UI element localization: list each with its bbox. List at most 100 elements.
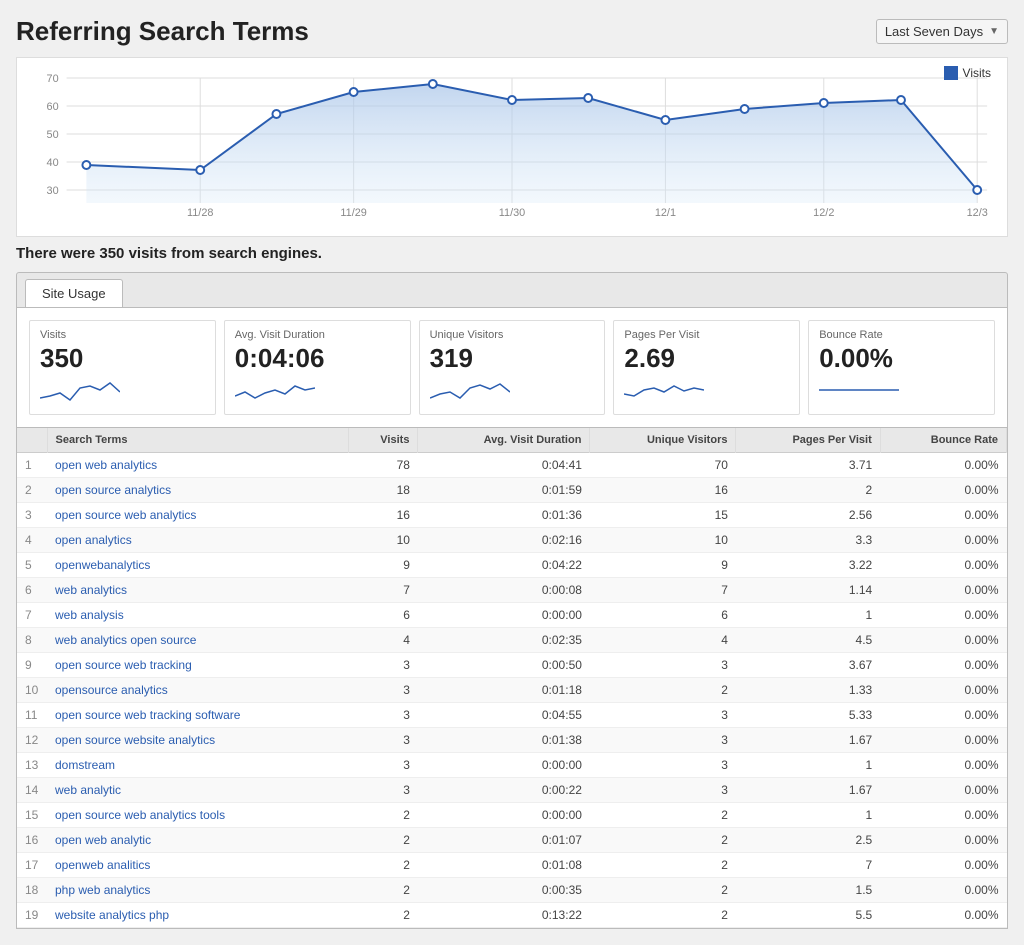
search-terms-table: Search Terms Visits Avg. Visit Duration … [17, 428, 1007, 928]
metric-avg-duration-label: Avg. Visit Duration [235, 329, 400, 341]
cell-term[interactable]: open web analytic [47, 828, 349, 853]
cell-bounce: 0.00% [880, 503, 1006, 528]
table-row: 18 php web analytics 2 0:00:35 2 1.5 0.0… [17, 878, 1007, 903]
term-link[interactable]: open source web tracking software [55, 708, 240, 722]
cell-rank: 3 [17, 503, 47, 528]
svg-text:11/30: 11/30 [499, 207, 525, 218]
cell-pages: 2.5 [736, 828, 880, 853]
unique-sparkline [430, 378, 595, 406]
term-link[interactable]: opensource analytics [55, 683, 168, 697]
cell-visits: 3 [349, 753, 418, 778]
date-filter-button[interactable]: Last Seven Days ▼ [876, 19, 1008, 44]
cell-avg-duration: 0:04:55 [418, 703, 590, 728]
cell-visits: 2 [349, 853, 418, 878]
cell-visits: 16 [349, 503, 418, 528]
cell-visits: 2 [349, 803, 418, 828]
term-link[interactable]: php web analytics [55, 883, 150, 897]
cell-visits: 3 [349, 728, 418, 753]
cell-term[interactable]: openweb analitics [47, 853, 349, 878]
table-row: 4 open analytics 10 0:02:16 10 3.3 0.00% [17, 528, 1007, 553]
cell-term[interactable]: opensource analytics [47, 678, 349, 703]
cell-term[interactable]: domstream [47, 753, 349, 778]
cell-avg-duration: 0:00:50 [418, 653, 590, 678]
cell-term[interactable]: open source web tracking software [47, 703, 349, 728]
cell-rank: 16 [17, 828, 47, 853]
svg-text:30: 30 [47, 185, 59, 197]
tab-site-usage[interactable]: Site Usage [25, 279, 123, 307]
term-link[interactable]: openweb analitics [55, 858, 150, 872]
term-link[interactable]: website analytics php [55, 908, 169, 922]
cell-rank: 8 [17, 628, 47, 653]
term-link[interactable]: web analytic [55, 783, 121, 797]
cell-term[interactable]: web analytics open source [47, 628, 349, 653]
cell-pages: 1.14 [736, 578, 880, 603]
cell-pages: 3.71 [736, 453, 880, 478]
cell-pages: 1.5 [736, 878, 880, 903]
term-link[interactable]: web analytics open source [55, 633, 196, 647]
cell-term[interactable]: open source website analytics [47, 728, 349, 753]
term-link[interactable]: open web analytics [55, 458, 157, 472]
term-link[interactable]: open source web analytics [55, 508, 196, 522]
term-link[interactable]: open source analytics [55, 483, 171, 497]
visits-sparkline [40, 378, 205, 406]
table-row: 7 web analysis 6 0:00:00 6 1 0.00% [17, 603, 1007, 628]
term-link[interactable]: open analytics [55, 533, 132, 547]
cell-avg-duration: 0:00:00 [418, 753, 590, 778]
metric-bounce-value: 0.00% [819, 343, 984, 374]
cell-avg-duration: 0:00:08 [418, 578, 590, 603]
chart-svg: 70 60 50 40 30 11/28 11/29 11/30 12/1 12… [27, 68, 997, 218]
cell-term[interactable]: web analytics [47, 578, 349, 603]
metric-unique-label: Unique Visitors [430, 329, 595, 341]
cell-term[interactable]: open source web tracking [47, 653, 349, 678]
term-link[interactable]: open web analytic [55, 833, 151, 847]
table-header-row: Search Terms Visits Avg. Visit Duration … [17, 428, 1007, 453]
table-row: 6 web analytics 7 0:00:08 7 1.14 0.00% [17, 578, 1007, 603]
cell-term[interactable]: web analysis [47, 603, 349, 628]
table-row: 16 open web analytic 2 0:01:07 2 2.5 0.0… [17, 828, 1007, 853]
cell-visits: 6 [349, 603, 418, 628]
cell-term[interactable]: open analytics [47, 528, 349, 553]
cell-bounce: 0.00% [880, 753, 1006, 778]
cell-pages: 3.67 [736, 653, 880, 678]
cell-bounce: 0.00% [880, 678, 1006, 703]
table-row: 13 domstream 3 0:00:00 3 1 0.00% [17, 753, 1007, 778]
term-link[interactable]: openwebanalytics [55, 558, 150, 572]
tabs-container: Site Usage [16, 272, 1008, 308]
cell-bounce: 0.00% [880, 728, 1006, 753]
cell-avg-duration: 0:01:08 [418, 853, 590, 878]
cell-rank: 17 [17, 853, 47, 878]
term-link[interactable]: web analytics [55, 583, 127, 597]
table-row: 11 open source web tracking software 3 0… [17, 703, 1007, 728]
term-link[interactable]: open source website analytics [55, 733, 215, 747]
cell-rank: 10 [17, 678, 47, 703]
metric-avg-duration: Avg. Visit Duration 0:04:06 [224, 320, 411, 415]
cell-term[interactable]: php web analytics [47, 878, 349, 903]
cell-term[interactable]: open source analytics [47, 478, 349, 503]
metric-avg-duration-value: 0:04:06 [235, 343, 400, 374]
cell-term[interactable]: open source web analytics tools [47, 803, 349, 828]
cell-term[interactable]: open source web analytics [47, 503, 349, 528]
cell-avg-duration: 0:01:59 [418, 478, 590, 503]
cell-rank: 9 [17, 653, 47, 678]
cell-unique: 2 [590, 853, 736, 878]
cell-term[interactable]: web analytic [47, 778, 349, 803]
term-link[interactable]: web analysis [55, 608, 124, 622]
term-link[interactable]: domstream [55, 758, 115, 772]
metric-bounce-label: Bounce Rate [819, 329, 984, 341]
col-visits: Visits [349, 428, 418, 453]
term-link[interactable]: open source web tracking [55, 658, 192, 672]
metric-visits-label: Visits [40, 329, 205, 341]
avg-duration-sparkline [235, 378, 400, 406]
cell-term[interactable]: open web analytics [47, 453, 349, 478]
cell-term[interactable]: website analytics php [47, 903, 349, 928]
cell-bounce: 0.00% [880, 878, 1006, 903]
cell-rank: 1 [17, 453, 47, 478]
cell-unique: 2 [590, 803, 736, 828]
visits-chart: Visits 70 60 50 40 30 11/28 11/29 11/30 … [16, 57, 1008, 237]
cell-rank: 15 [17, 803, 47, 828]
cell-pages: 3.22 [736, 553, 880, 578]
cell-rank: 18 [17, 878, 47, 903]
term-link[interactable]: open source web analytics tools [55, 808, 225, 822]
cell-term[interactable]: openwebanalytics [47, 553, 349, 578]
cell-bounce: 0.00% [880, 778, 1006, 803]
